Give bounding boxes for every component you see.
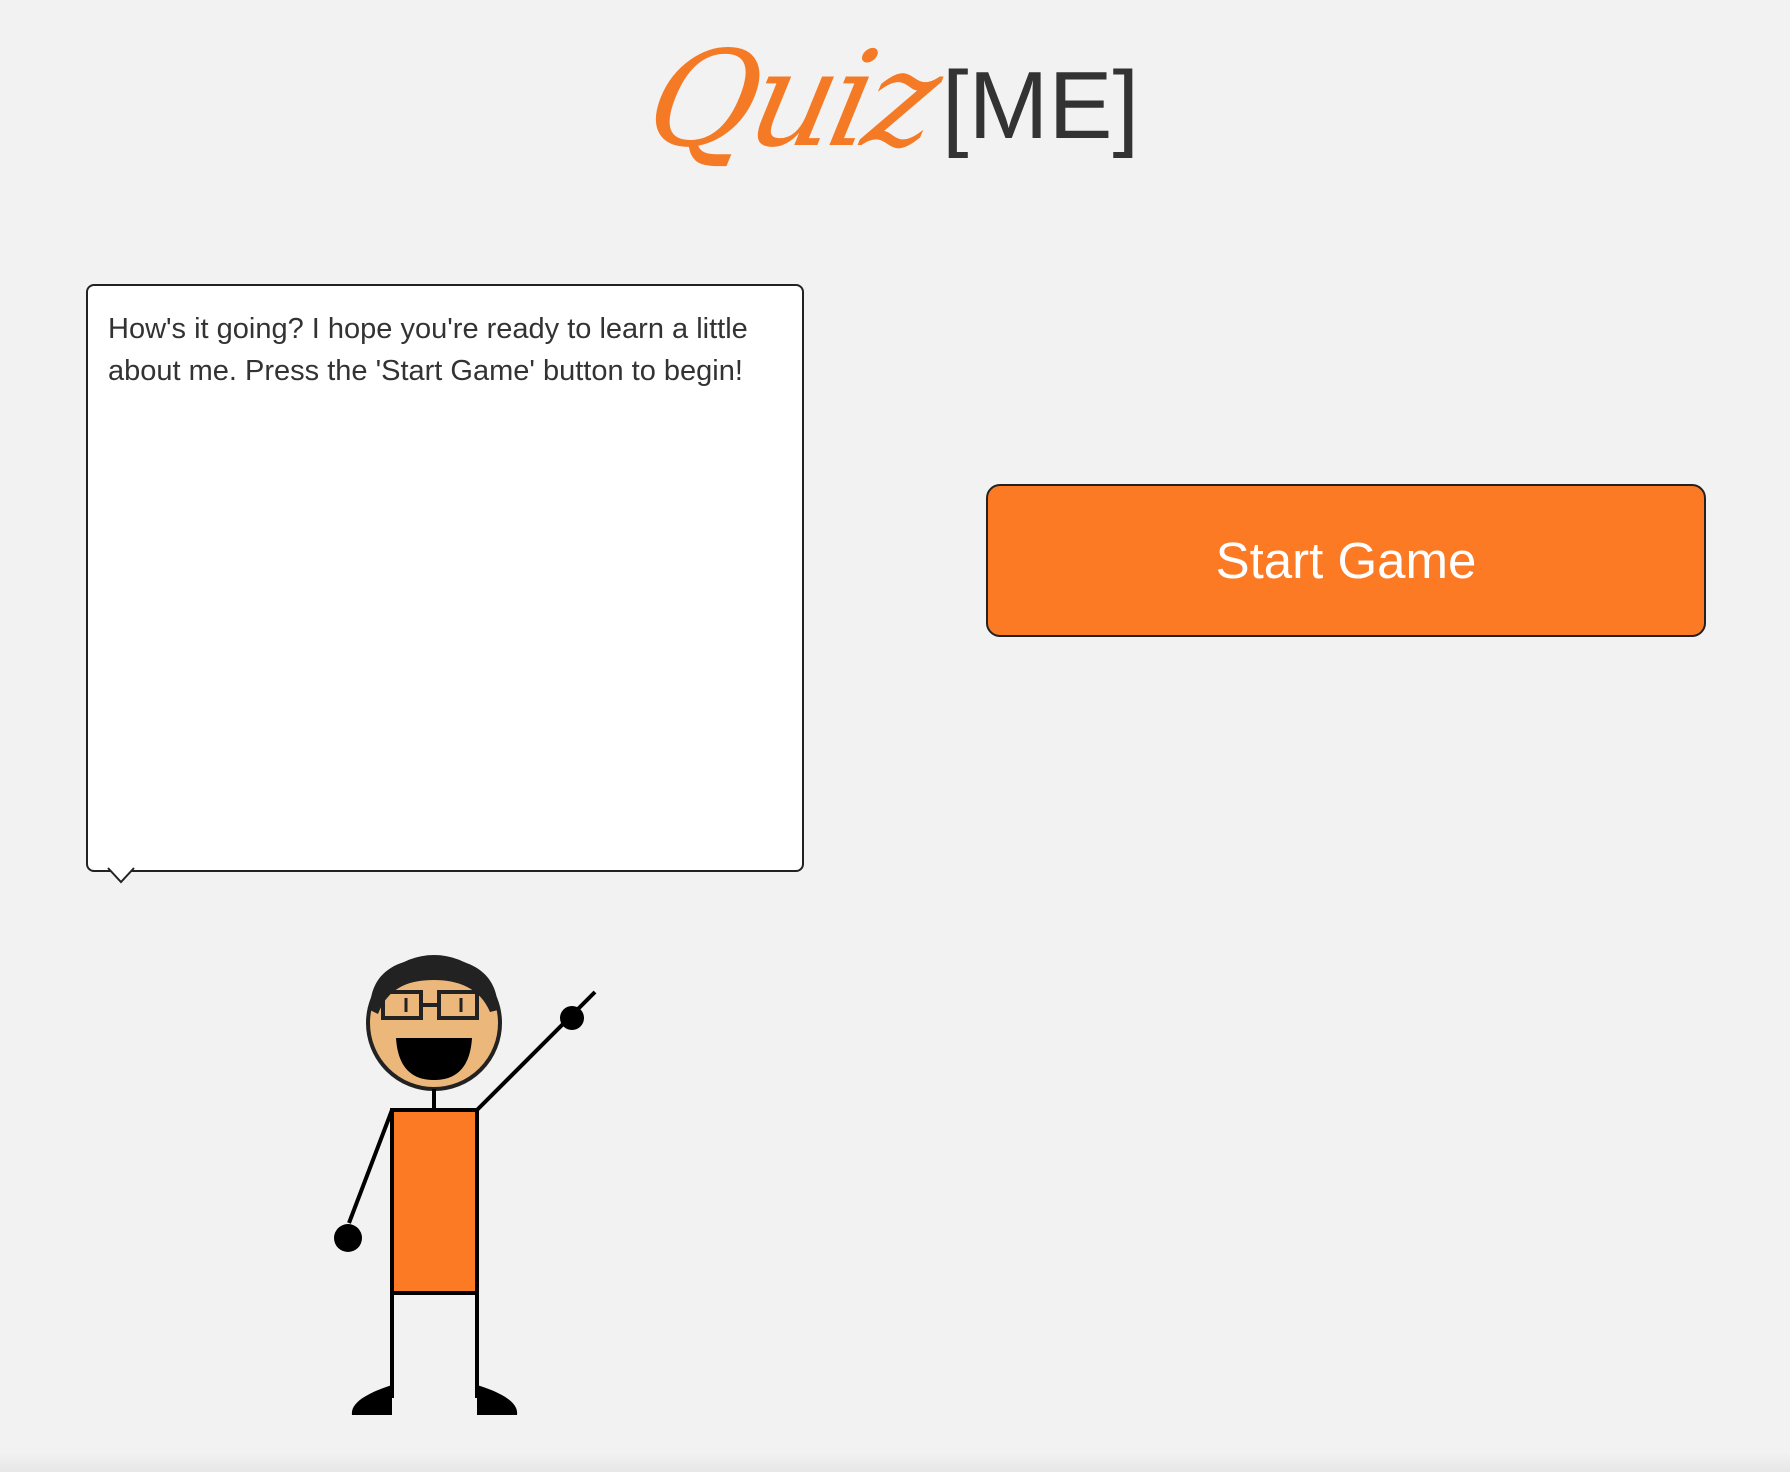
character-right-shoe xyxy=(477,1385,518,1415)
logo-script-quiz: Quiz xyxy=(634,23,949,177)
character-left-shoe xyxy=(351,1385,392,1415)
logo-bracket-me: [ME] xyxy=(941,52,1140,159)
character-left-arm xyxy=(347,1109,394,1224)
character-shirt xyxy=(390,1108,479,1295)
speech-bubble-tail xyxy=(107,867,135,884)
speech-bubble-text: How's it going? I hope you're ready to l… xyxy=(108,313,748,387)
bottom-strip xyxy=(0,1452,1790,1472)
start-game-button[interactable]: Start Game xyxy=(986,484,1706,637)
stick-figure-icon xyxy=(334,955,597,1415)
speech-bubble: How's it going? I hope you're ready to l… xyxy=(86,284,804,884)
logo: Quiz [ME] xyxy=(0,23,1790,215)
